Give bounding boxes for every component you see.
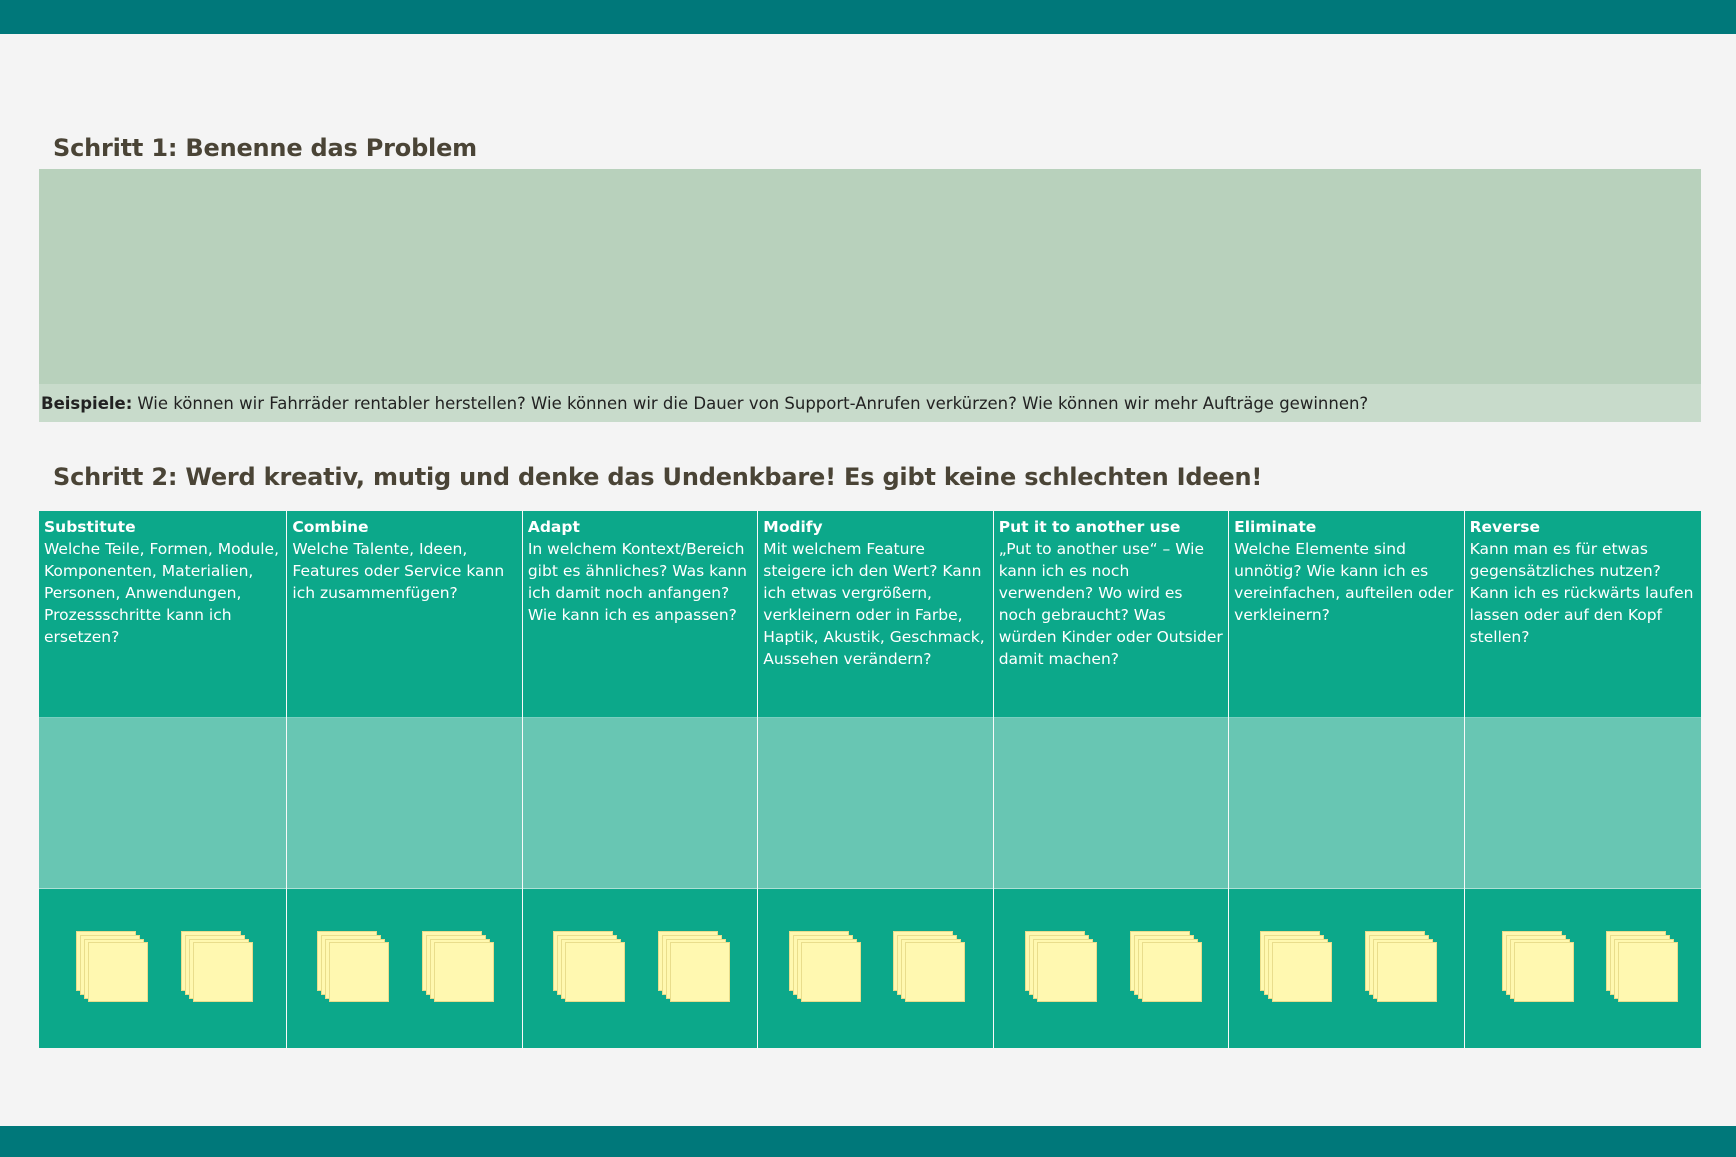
sticky-note [905,942,966,1002]
top-bar [0,0,1736,34]
column-header: Reverse Kann man es für etwas gegensätzl… [1464,511,1702,718]
sticky-note [1036,942,1097,1002]
sticky-note [329,942,390,1002]
sticky-note-stack[interactable] [1024,931,1097,1003]
sticky-note [801,942,862,1002]
ideas-drop-area[interactable] [758,718,993,889]
sticky-note-stack[interactable] [76,931,148,1003]
sticky-note-tray [758,889,993,1048]
column-name: Adapt [527,518,580,536]
column-question: Kann man es für etwas gegensätzliches nu… [1469,540,1694,646]
column-name: Substitute [44,518,136,536]
column-header: Eliminate Welche Elemente sind unnötig? … [1229,511,1464,718]
sticky-note-tray [993,889,1229,1048]
ideas-drop-area[interactable] [1464,718,1702,889]
sticky-note-stack[interactable] [657,931,730,1003]
column-name: Combine [292,518,369,536]
sticky-note [1377,942,1438,1002]
sticky-note-stack[interactable] [317,931,390,1003]
step1-title: Schritt 1: Benenne das Problem [53,134,477,162]
ideas-drop-area[interactable] [522,718,758,889]
sticky-note [669,942,730,1002]
sticky-note-stack[interactable] [789,931,862,1003]
sticky-note [1272,942,1333,1002]
sticky-note-stack[interactable] [422,931,495,1003]
sticky-note-tray [522,889,758,1048]
sticky-note-stack[interactable] [1129,931,1202,1003]
column-name: Put it to another use [998,518,1181,536]
column-question: In welchem Kontext/Bereich gibt es ähnli… [527,540,747,624]
examples-bar: Beispiele: Wie können wir Fahrräder rent… [39,384,1701,422]
column-question: Mit welchem Feature steigere ich den Wer… [763,540,985,668]
sticky-note-stack[interactable] [893,931,966,1003]
sticky-note-stack[interactable] [1260,931,1333,1003]
sticky-note-stack[interactable] [1501,931,1574,1003]
column-header: Substitute Welche Teile, Formen, Module,… [39,511,287,718]
column-adapt: Adapt In welchem Kontext/Bereich gibt es… [522,511,759,1048]
sticky-note [1141,942,1202,1002]
scamper-board: Substitute Welche Teile, Formen, Module,… [39,511,1702,1048]
sticky-note [88,942,148,1002]
column-header: Combine Welche Talente, Ideen, Features … [287,511,522,718]
sticky-note-tray [39,889,287,1048]
column-reverse: Reverse Kann man es für etwas gegensätzl… [1464,511,1702,1048]
ideas-drop-area[interactable] [1229,718,1464,889]
column-name: Modify [763,518,823,536]
column-header: Put it to another use „Put to another us… [993,511,1229,718]
sticky-note-stack[interactable] [1605,931,1678,1003]
sticky-note [1617,942,1678,1002]
column-header: Adapt In welchem Kontext/Bereich gibt es… [522,511,758,718]
column-name: Eliminate [1234,518,1317,536]
column-modify: Modify Mit welchem Feature steigere ich … [758,511,994,1048]
column-put-to-another-use: Put it to another use „Put to another us… [993,511,1230,1048]
sticky-note-tray [1464,889,1702,1048]
bottom-bar [0,1126,1736,1157]
column-question: Welche Teile, Formen, Module, Komponente… [44,540,279,646]
examples-label: Beispiele: [41,393,133,413]
column-question: „Put to another use“ – Wie kann ich es n… [998,540,1223,668]
sticky-note-tray [287,889,522,1048]
column-name: Reverse [1469,518,1541,536]
column-combine: Combine Welche Talente, Ideen, Features … [287,511,523,1048]
sticky-note [1513,942,1574,1002]
sticky-note [434,942,495,1002]
ideas-drop-area[interactable] [39,718,287,889]
sticky-note [564,942,625,1002]
sticky-note-stack[interactable] [1365,931,1438,1003]
sticky-note-stack[interactable] [552,931,625,1003]
column-eliminate: Eliminate Welche Elemente sind unnötig? … [1229,511,1465,1048]
column-header: Modify Mit welchem Feature steigere ich … [758,511,993,718]
sticky-note-tray [1229,889,1464,1048]
column-substitute: Substitute Welche Teile, Formen, Module,… [39,511,288,1048]
ideas-drop-area[interactable] [287,718,522,889]
problem-input-area[interactable] [39,169,1701,384]
sticky-note [193,942,253,1002]
examples-text: Wie können wir Fahrräder rentabler herst… [137,393,1369,413]
step2-title: Schritt 2: Werd kreativ, mutig und denke… [53,463,1263,491]
sticky-note-stack[interactable] [181,931,253,1003]
column-question: Welche Talente, Ideen, Features oder Ser… [292,540,505,602]
ideas-drop-area[interactable] [993,718,1229,889]
column-question: Welche Elemente sind unnötig? Wie kann i… [1234,540,1454,624]
